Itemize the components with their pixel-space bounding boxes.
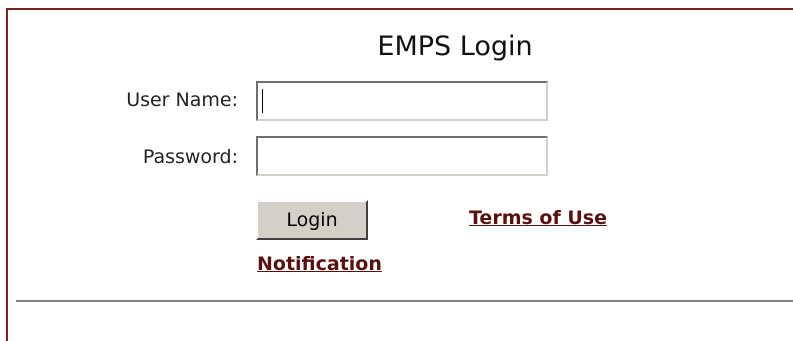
text-caret bbox=[262, 89, 263, 113]
login-button[interactable]: Login bbox=[256, 200, 368, 240]
username-label: User Name: bbox=[126, 89, 238, 111]
password-input[interactable] bbox=[256, 136, 548, 176]
terms-of-use-link[interactable]: Terms of Use bbox=[469, 207, 607, 229]
password-label: Password: bbox=[142, 146, 238, 168]
notification-link[interactable]: Notification bbox=[257, 253, 382, 275]
username-input[interactable] bbox=[256, 81, 548, 121]
page-title: EMPS Login bbox=[377, 31, 533, 62]
divider bbox=[16, 300, 793, 302]
